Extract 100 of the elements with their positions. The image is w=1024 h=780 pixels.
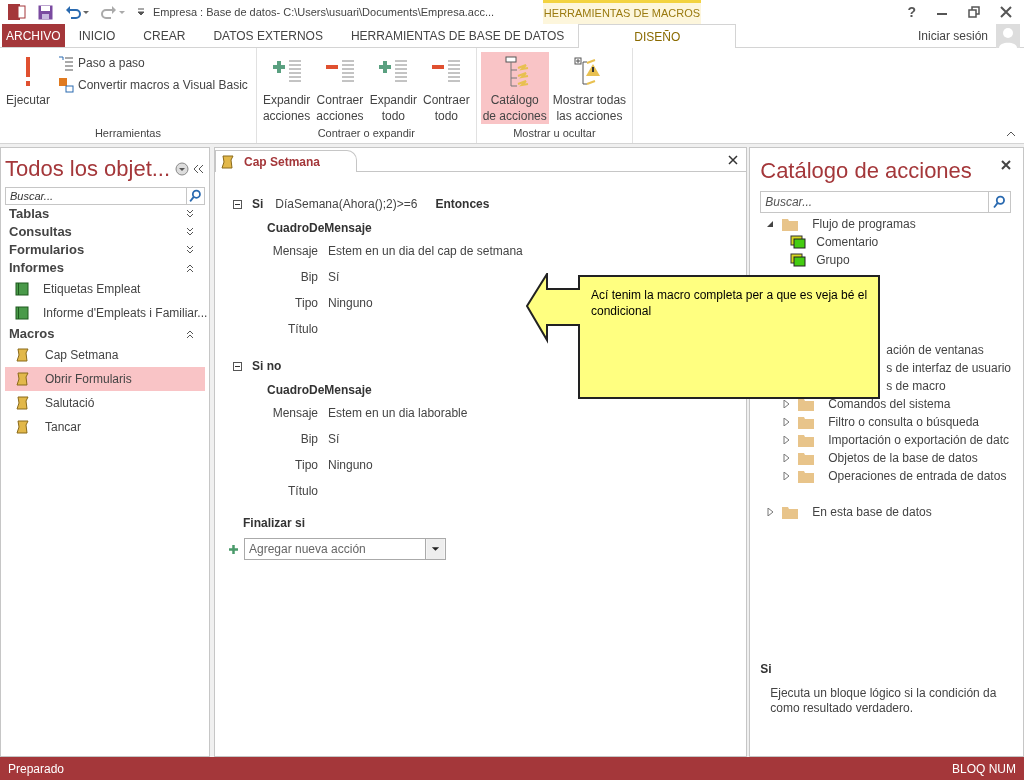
double-chevron-down-icon[interactable] xyxy=(185,245,195,255)
restore-icon[interactable] xyxy=(968,6,980,18)
nav-group-header[interactable]: Consultas xyxy=(9,222,185,242)
nav-item[interactable]: Salutació xyxy=(5,391,205,415)
param-value[interactable]: Sí xyxy=(328,430,340,448)
tree-item[interactable]: Objetos de la base de datos xyxy=(828,449,978,467)
double-chevron-down-icon[interactable] xyxy=(185,209,195,219)
tree-item[interactable]: Operaciones de entrada de datos xyxy=(828,467,1007,485)
block-keyword: Si no xyxy=(252,358,282,375)
app-logo-icon[interactable] xyxy=(8,3,26,21)
action-name[interactable]: CuadroDeMensaje xyxy=(267,218,372,238)
report-icon xyxy=(15,282,29,296)
ribbon-button[interactable]: Paso a paso xyxy=(54,52,252,74)
nav-item[interactable]: Informe d'Empleats i Familiar... xyxy=(5,301,205,325)
search-field[interactable]: Buscar... xyxy=(760,191,989,213)
ribbon-button[interactable]: Expandir todo xyxy=(367,52,419,124)
plus-icon[interactable] xyxy=(229,544,238,554)
collapsed-triangle-icon[interactable] xyxy=(782,472,791,480)
collapsed-triangle-icon[interactable] xyxy=(782,418,791,426)
condition-text[interactable]: DíaSemana(Ahora();2)>=6 xyxy=(275,195,418,213)
tree-item[interactable]: ación de ventanas xyxy=(886,341,984,359)
tree-item[interactable]: En esta base de datos xyxy=(812,503,932,521)
collapse-pane-icon[interactable] xyxy=(193,163,205,174)
nav-group-header[interactable]: Informes xyxy=(9,258,185,278)
close-icon[interactable] xyxy=(1000,6,1012,18)
nav-group-header[interactable]: Macros xyxy=(9,324,185,344)
nav-item[interactable]: Tancar xyxy=(5,415,205,439)
expanded-triangle-icon[interactable] xyxy=(766,220,775,228)
tree-item[interactable]: Grupo xyxy=(816,251,850,269)
close-icon[interactable] xyxy=(728,155,739,165)
document-tab[interactable]: Cap Setmana xyxy=(215,150,358,172)
ribbon-button[interactable]: Catálogo de acciones xyxy=(480,52,549,124)
ribbon-tab[interactable]: HERRAMIENTAS DE BASE DE DATOS xyxy=(336,24,579,47)
plus-list-icon xyxy=(377,59,410,85)
search-icon[interactable] xyxy=(989,191,1011,213)
tree-item[interactable]: Flujo de programas xyxy=(812,215,916,233)
ribbon-tab[interactable]: ARCHIVO xyxy=(2,24,65,47)
step-list-icon xyxy=(58,55,75,71)
param-label: Mensaje xyxy=(271,405,318,422)
nav-pane-title: Todos los objet... xyxy=(5,155,172,183)
collapsed-triangle-icon[interactable] xyxy=(766,508,775,516)
collapse-box-icon[interactable] xyxy=(233,199,242,209)
ribbon-button[interactable]: Expandir acciones xyxy=(260,52,313,124)
ribbon-tab[interactable]: DATOS EXTERNOS xyxy=(199,24,337,47)
action-icon xyxy=(790,235,807,249)
collapsed-triangle-icon[interactable] xyxy=(782,436,791,444)
add-action-field[interactable]: Agregar nueva acción xyxy=(244,538,426,560)
dropdown-arrow-icon[interactable] xyxy=(426,538,446,560)
convert-icon xyxy=(58,77,75,93)
save-icon[interactable] xyxy=(38,4,53,20)
nav-item[interactable]: Etiquetas Empleat xyxy=(5,277,205,301)
help-button[interactable]: ? xyxy=(907,1,916,23)
param-value[interactable]: Ninguno xyxy=(328,456,373,474)
collapse-box-icon[interactable] xyxy=(233,361,242,371)
param-label: Tipo xyxy=(294,457,318,474)
action-name[interactable]: CuadroDeMensaje xyxy=(267,380,372,400)
ribbon-tab[interactable]: DISEÑO xyxy=(578,24,737,48)
ribbon-button[interactable]: Convertir macros a Visual Basic xyxy=(54,74,252,96)
tree-item[interactable]: s de interfaz de usuario xyxy=(886,359,1011,377)
ribbon-tab[interactable]: INICIO xyxy=(64,24,130,47)
tree-item[interactable]: Comentario xyxy=(816,233,879,251)
scroll-icon xyxy=(15,371,31,387)
param-value[interactable]: Sí xyxy=(328,268,340,286)
ribbon-button[interactable]: Contraer todo xyxy=(421,52,472,124)
double-chevron-down-icon[interactable] xyxy=(185,227,195,237)
search-field[interactable]: Buscar... xyxy=(5,187,187,205)
block-keyword: Entonces xyxy=(435,196,490,213)
ribbon-button[interactable]: Contraer acciones xyxy=(314,52,366,124)
customize-icon[interactable] xyxy=(137,7,145,17)
param-label: Bip xyxy=(299,431,318,448)
close-icon[interactable] xyxy=(1001,160,1011,170)
status-text: Preparado xyxy=(8,760,65,778)
nav-group-header[interactable]: Tablas xyxy=(9,204,185,224)
collapse-ribbon-icon[interactable] xyxy=(1006,131,1016,137)
ribbon-tab[interactable]: CREAR xyxy=(129,24,200,47)
param-value[interactable]: Estem en un dia laborable xyxy=(328,404,468,422)
double-chevron-up-icon[interactable] xyxy=(185,263,195,273)
ribbon-button[interactable]: Mostrar todas las acciones xyxy=(550,52,629,124)
scroll-icon xyxy=(15,395,31,411)
tree-item[interactable]: Filtro o consulta o búsqueda xyxy=(828,413,979,431)
folder-icon xyxy=(782,217,799,231)
param-value[interactable]: Estem en un dia del cap de setmana xyxy=(328,242,523,260)
search-icon[interactable] xyxy=(187,187,205,205)
param-label: Mensaje xyxy=(271,243,318,260)
nav-item[interactable]: Obrir Formularis xyxy=(5,367,205,391)
folder-icon xyxy=(798,433,815,447)
param-label: Bip xyxy=(299,269,318,286)
dropdown-circle-icon[interactable] xyxy=(175,161,189,176)
collapsed-triangle-icon[interactable] xyxy=(782,400,791,408)
report-icon xyxy=(15,306,29,320)
tree-item[interactable]: s de macro xyxy=(886,377,946,395)
ribbon-button[interactable]: Ejecutar xyxy=(4,52,53,124)
param-value[interactable]: Ninguno xyxy=(328,294,373,312)
undo-icon[interactable] xyxy=(65,5,89,19)
collapsed-triangle-icon[interactable] xyxy=(782,454,791,462)
nav-group-header[interactable]: Formularios xyxy=(9,240,185,260)
sign-in-link[interactable]: Iniciar sesión xyxy=(917,26,988,45)
tree-item[interactable]: Importación o exportación de datc xyxy=(828,431,1010,449)
double-chevron-up-icon[interactable] xyxy=(185,329,195,339)
nav-item[interactable]: Cap Setmana xyxy=(5,343,205,367)
